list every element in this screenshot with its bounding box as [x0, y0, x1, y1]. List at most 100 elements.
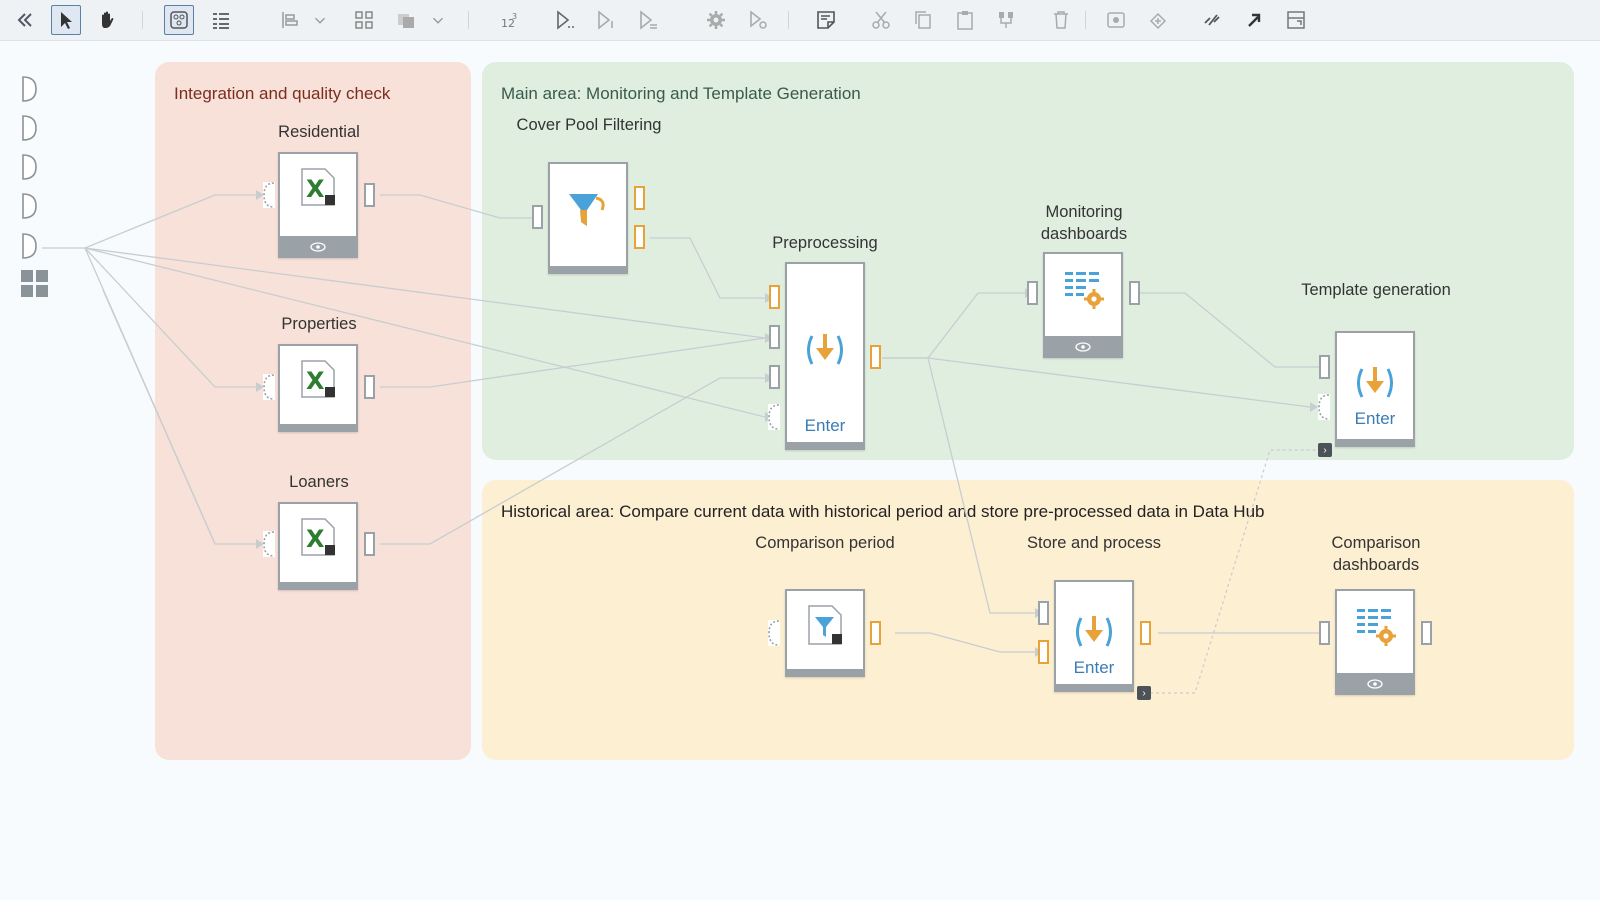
input-port-optional[interactable]: [263, 374, 275, 400]
input-port-icon[interactable]: [21, 233, 37, 259]
residential-node[interactable]: X: [278, 152, 358, 258]
toolbar: 12 3: [0, 0, 1600, 41]
output-port[interactable]: [634, 225, 645, 249]
input-port[interactable]: [769, 325, 780, 349]
run-all-icon[interactable]: [550, 5, 580, 35]
note-icon[interactable]: [811, 5, 841, 35]
cover-pool-filtering-node[interactable]: [548, 162, 628, 274]
node-label: Template generation: [1301, 281, 1451, 299]
excel-icon: X: [280, 358, 356, 400]
comparison-dashboards-node[interactable]: [1335, 589, 1415, 695]
output-port[interactable]: [364, 183, 375, 207]
run-step-icon[interactable]: [591, 5, 621, 35]
copy-icon[interactable]: [908, 5, 938, 35]
input-port[interactable]: [1319, 621, 1330, 645]
output-port[interactable]: [364, 532, 375, 556]
input-port-optional[interactable]: [1318, 394, 1330, 420]
output-port[interactable]: [634, 186, 645, 210]
pan-hand-icon[interactable]: [92, 5, 122, 35]
arrange-dropdown-chevron-icon[interactable]: [428, 5, 448, 35]
run-settings-icon[interactable]: [743, 5, 773, 35]
node-label: Monitoring dashboards: [1040, 203, 1128, 243]
output-port[interactable]: [364, 375, 375, 399]
input-port[interactable]: [1319, 355, 1330, 379]
process-icon: [1056, 612, 1132, 652]
connections: [42, 190, 1328, 694]
process-icon: [1337, 363, 1413, 403]
connect-icon[interactable]: [1143, 5, 1173, 35]
layout-icon[interactable]: [349, 5, 379, 35]
flow-variable-port-icon[interactable]: ›: [1318, 443, 1332, 457]
node-label: Store and process: [1027, 534, 1161, 552]
comparison-period-node[interactable]: [785, 589, 865, 677]
output-port[interactable]: [870, 621, 881, 645]
excel-icon: X: [280, 516, 356, 558]
preprocessing-node[interactable]: Enter: [785, 262, 865, 450]
node-label: Preprocessing: [772, 234, 878, 252]
input-port-optional[interactable]: [768, 404, 780, 430]
node-label: Comparison dashboards: [1331, 534, 1421, 574]
output-port[interactable]: [1129, 281, 1140, 305]
align-icon[interactable]: [275, 5, 305, 35]
node-label: Loaners: [289, 473, 349, 491]
loaners-node[interactable]: X: [278, 502, 358, 590]
output-port[interactable]: [1421, 621, 1432, 645]
process-icon: [787, 330, 863, 370]
run-selected-icon[interactable]: [633, 5, 663, 35]
node-label: Cover Pool Filtering: [516, 116, 662, 134]
cut-icon[interactable]: [866, 5, 896, 35]
paste-icon[interactable]: [950, 5, 980, 35]
data-file-icon: [787, 603, 863, 647]
collapse-icon[interactable]: [9, 5, 39, 35]
output-port[interactable]: [870, 345, 881, 369]
flow-variable-port-icon[interactable]: ›: [1137, 686, 1151, 700]
enter-button[interactable]: Enter: [1337, 409, 1413, 429]
preview-eye-icon[interactable]: [1335, 673, 1415, 695]
fit-frame-icon[interactable]: [1281, 5, 1311, 35]
output-port[interactable]: [1140, 621, 1151, 645]
workflow-view-icon[interactable]: [164, 5, 194, 35]
node-label: Residential: [278, 123, 360, 141]
export-icon[interactable]: [1239, 5, 1269, 35]
link-icon[interactable]: [1197, 5, 1227, 35]
settings-gear-icon[interactable]: [701, 5, 731, 35]
properties-node[interactable]: X: [278, 344, 358, 432]
input-port-icon[interactable]: [21, 115, 37, 141]
input-port-optional[interactable]: [768, 620, 780, 646]
template-generation-node[interactable]: Enter: [1335, 331, 1415, 447]
enter-button[interactable]: Enter: [1056, 658, 1132, 678]
input-port[interactable]: [1038, 601, 1049, 625]
input-port[interactable]: [769, 365, 780, 389]
svg-text:X: X: [306, 525, 325, 553]
store-and-process-node[interactable]: Enter: [1054, 580, 1134, 692]
monitoring-dashboards-node[interactable]: [1043, 252, 1123, 358]
svg-text:X: X: [306, 367, 325, 395]
workflow-canvas[interactable]: Integration and quality check Main area:…: [0, 40, 1600, 900]
preview-icon[interactable]: [1101, 5, 1131, 35]
numbering-icon[interactable]: 12 3: [495, 5, 525, 35]
node-label: Comparison period: [755, 534, 895, 552]
input-port-icon[interactable]: [21, 193, 37, 219]
input-port[interactable]: [769, 285, 780, 309]
preview-eye-icon[interactable]: [278, 236, 358, 258]
input-port-optional[interactable]: [263, 531, 275, 557]
input-port-icon[interactable]: [21, 76, 37, 102]
arrange-icon[interactable]: [391, 5, 421, 35]
list-view-icon[interactable]: [206, 5, 236, 35]
enter-button[interactable]: Enter: [787, 416, 863, 436]
svg-text:3: 3: [512, 12, 517, 21]
input-port[interactable]: [1027, 281, 1038, 305]
preview-eye-icon[interactable]: [1043, 336, 1123, 358]
input-port-optional[interactable]: [263, 182, 275, 208]
dashboard-icon: [1045, 268, 1121, 312]
group-icon[interactable]: [991, 5, 1021, 35]
delete-icon[interactable]: [1046, 5, 1076, 35]
input-port-icon[interactable]: [21, 154, 37, 180]
node-label: Properties: [281, 315, 357, 333]
align-dropdown-chevron-icon[interactable]: [310, 5, 330, 35]
add-port-grid-icon[interactable]: [21, 270, 49, 298]
svg-text:X: X: [306, 175, 325, 203]
input-port[interactable]: [532, 205, 543, 229]
select-arrow-icon[interactable]: [51, 5, 81, 35]
input-port[interactable]: [1038, 640, 1049, 664]
